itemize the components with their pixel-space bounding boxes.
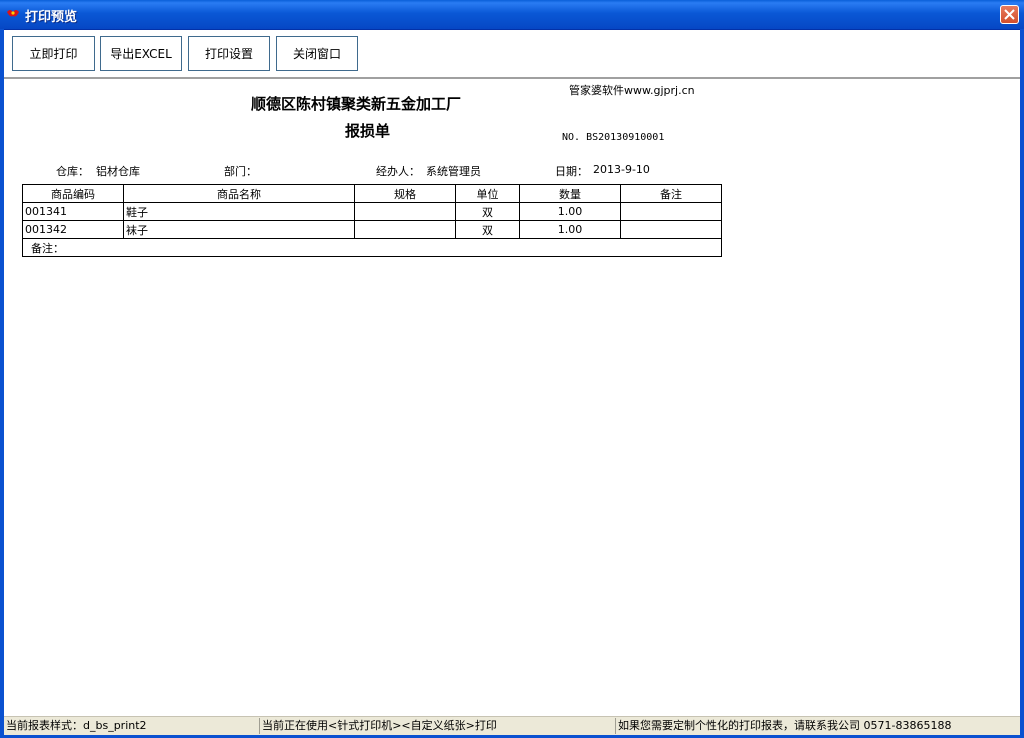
item-code: 001341 bbox=[22, 202, 124, 221]
status-bar: 当前报表样式：d_bs_print2 当前正在使用<针式打印机><自定义纸张>打… bbox=[4, 716, 1020, 735]
date-label: 日期： bbox=[555, 165, 588, 178]
app-icon bbox=[5, 6, 21, 22]
table-header-row: 商品编码 商品名称 规格 单位 数量 备注 bbox=[22, 184, 722, 203]
table-row: 001342 袜子 双 1.00 bbox=[22, 220, 722, 239]
print-now-button[interactable]: 立即打印 bbox=[12, 36, 95, 71]
title-bar: 打印预览 bbox=[0, 0, 1024, 30]
item-note bbox=[620, 202, 722, 221]
software-watermark: 管家婆软件www.gjprj.cn bbox=[569, 84, 695, 97]
item-unit: 双 bbox=[455, 202, 520, 221]
warehouse-value: 铝材仓库 bbox=[96, 165, 140, 178]
report-preview: 管家婆软件www.gjprj.cn 顺德区陈村镇聚类新五金加工厂 报损单 NO.… bbox=[4, 80, 1020, 714]
column-header: 商品编码 bbox=[22, 184, 124, 203]
item-name: 袜子 bbox=[123, 220, 355, 239]
item-qty: 1.00 bbox=[519, 220, 621, 239]
item-unit: 双 bbox=[455, 220, 520, 239]
table-row: 001341 鞋子 双 1.00 bbox=[22, 202, 722, 221]
close-button[interactable] bbox=[1000, 5, 1019, 24]
date-value: 2013-9-10 bbox=[593, 163, 650, 176]
print-preview-window: 打印预览 立即打印 导出EXCEL 打印设置 关闭窗口 管家婆软件www.gjp… bbox=[0, 0, 1024, 738]
window-title: 打印预览 bbox=[25, 10, 78, 25]
print-settings-button[interactable]: 打印设置 bbox=[188, 36, 270, 71]
status-contact: 如果您需要定制个性化的打印报表，请联系我公司 0571-83865188 bbox=[615, 718, 1020, 734]
warehouse-label: 仓库： bbox=[56, 165, 89, 178]
item-note bbox=[620, 220, 722, 239]
window-frame-right bbox=[1020, 29, 1024, 738]
column-header: 规格 bbox=[354, 184, 456, 203]
column-header: 数量 bbox=[519, 184, 621, 203]
handler-value: 系统管理员 bbox=[426, 165, 481, 178]
status-report-style: 当前报表样式：d_bs_print2 bbox=[6, 719, 147, 732]
column-header: 单位 bbox=[455, 184, 520, 203]
item-spec bbox=[354, 220, 456, 239]
handler-label: 经办人： bbox=[376, 165, 420, 178]
table-footer-row: 备注： bbox=[22, 238, 722, 257]
item-spec bbox=[354, 202, 456, 221]
close-window-button[interactable]: 关闭窗口 bbox=[276, 36, 358, 71]
column-header: 备注 bbox=[620, 184, 722, 203]
item-name: 鞋子 bbox=[123, 202, 355, 221]
report-title: 报损单 bbox=[345, 122, 391, 140]
status-printer: 当前正在使用<针式打印机><自定义纸张>打印 bbox=[259, 718, 615, 734]
export-excel-button[interactable]: 导出EXCEL bbox=[100, 36, 182, 71]
document-number: NO. BS20130910001 bbox=[562, 132, 665, 143]
department-label: 部门： bbox=[224, 165, 257, 178]
toolbar: 立即打印 导出EXCEL 打印设置 关闭窗口 bbox=[4, 30, 1020, 78]
item-code: 001342 bbox=[22, 220, 124, 239]
item-qty: 1.00 bbox=[519, 202, 621, 221]
company-name: 顺德区陈村镇聚类新五金加工厂 bbox=[251, 95, 462, 113]
items-table: 商品编码 商品名称 规格 单位 数量 备注 001341 鞋子 双 1.00 0… bbox=[22, 184, 722, 257]
footer-note: 备注： bbox=[22, 238, 722, 257]
column-header: 商品名称 bbox=[123, 184, 355, 203]
